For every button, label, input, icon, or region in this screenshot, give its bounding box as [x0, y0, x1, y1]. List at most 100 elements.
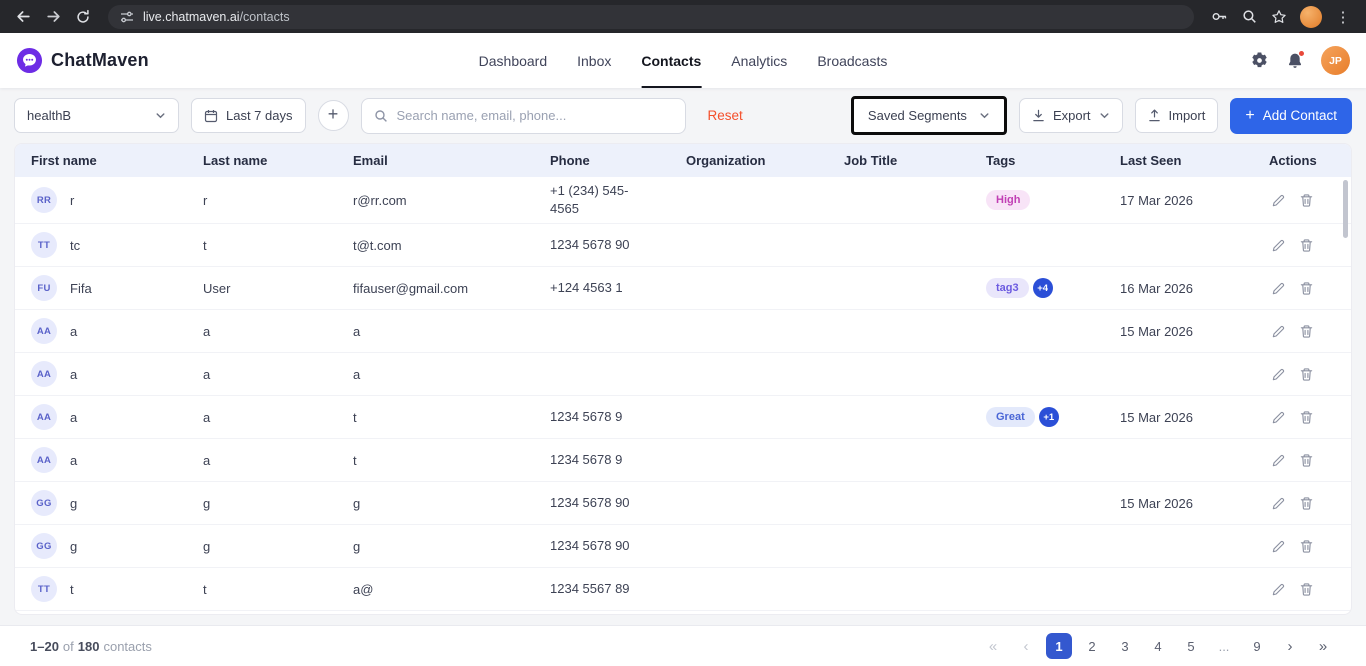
pagination-page-4[interactable]: 4 [1145, 633, 1171, 659]
contact-last-seen: 15 Mar 2026 [1120, 324, 1269, 339]
contacts-toolbar: healthB Last 7 days + Reset Saved Segmen… [0, 88, 1366, 135]
settings-gear-icon[interactable] [1250, 51, 1269, 70]
table-row[interactable]: AA a a a 15 Mar 2026 [15, 310, 1351, 353]
tag-overflow-badge[interactable]: +4 [1033, 278, 1053, 298]
delete-contact-button[interactable] [1299, 496, 1314, 511]
browser-reload-button[interactable] [70, 4, 96, 30]
delete-contact-button[interactable] [1299, 410, 1314, 425]
edit-contact-button[interactable] [1271, 238, 1286, 253]
import-button[interactable]: Import [1135, 98, 1219, 133]
column-actions: Actions [1269, 153, 1351, 168]
table-row[interactable]: RR r r r@rr.com +1 (234) 545-4565 High 1… [15, 177, 1351, 224]
delete-contact-button[interactable] [1299, 238, 1314, 253]
delete-contact-button[interactable] [1299, 324, 1314, 339]
delete-contact-button[interactable] [1299, 539, 1314, 554]
contact-phone: +124 4563 1 [550, 279, 686, 297]
pagination-page-1[interactable]: 1 [1046, 633, 1072, 659]
contact-email: r@rr.com [353, 193, 550, 208]
table-row[interactable]: TT tc t t@t.com 1234 5678 90 [15, 224, 1351, 267]
nav-broadcasts[interactable]: Broadcasts [817, 33, 887, 88]
site-info-icon[interactable] [120, 10, 134, 24]
contact-last-name: User [203, 281, 353, 296]
pagination-page-3[interactable]: 3 [1112, 633, 1138, 659]
saved-segments-dropdown[interactable]: Saved Segments [851, 96, 1007, 135]
notifications-bell-icon[interactable] [1286, 52, 1304, 70]
password-key-icon[interactable] [1206, 4, 1232, 30]
contact-first-name: a [70, 324, 77, 339]
table-row[interactable]: GG g g g 1234 5678 90 [15, 525, 1351, 568]
contact-last-seen: 15 Mar 2026 [1120, 496, 1269, 511]
contact-tags: Great+1 [986, 407, 1120, 427]
table-row[interactable]: AA a a t 1234 5678 9 Great+1 15 Mar 2026 [15, 396, 1351, 439]
column-last-name: Last name [203, 153, 353, 168]
contact-email: a@ [353, 582, 550, 597]
column-last-seen: Last Seen [1120, 153, 1269, 168]
delete-contact-button[interactable] [1299, 193, 1314, 208]
browser-profile-avatar[interactable] [1300, 6, 1322, 28]
pagination-last[interactable]: » [1310, 633, 1336, 659]
export-dropdown[interactable]: Export [1019, 98, 1123, 133]
browser-back-button[interactable] [10, 4, 36, 30]
browser-forward-button[interactable] [40, 4, 66, 30]
table-row[interactable]: TT t t a@ 1234 5567 89 [15, 568, 1351, 611]
contact-last-name: r [203, 193, 353, 208]
contact-email: g [353, 496, 550, 511]
date-range-button[interactable]: Last 7 days [191, 98, 306, 133]
add-filter-button[interactable]: + [318, 100, 349, 131]
edit-contact-button[interactable] [1271, 582, 1286, 597]
notification-dot [1298, 50, 1305, 57]
edit-contact-button[interactable] [1271, 410, 1286, 425]
import-label: Import [1169, 108, 1206, 123]
table-scrollbar-thumb[interactable] [1343, 180, 1348, 238]
edit-contact-button[interactable] [1271, 281, 1286, 296]
column-first-name: First name [31, 153, 203, 168]
nav-inbox[interactable]: Inbox [577, 33, 611, 88]
reset-filters-link[interactable]: Reset [708, 108, 743, 123]
browser-menu-icon[interactable]: ⋮ [1330, 4, 1356, 30]
search-box [361, 98, 686, 134]
delete-contact-button[interactable] [1299, 281, 1314, 296]
contact-avatar: AA [31, 404, 57, 430]
nav-contacts[interactable]: Contacts [641, 33, 701, 88]
table-row[interactable]: AA a a t 1234 5678 9 [15, 439, 1351, 482]
edit-contact-button[interactable] [1271, 324, 1286, 339]
results-total: 180 [78, 639, 100, 654]
table-row[interactable]: AA a a a [15, 353, 1351, 396]
pagination-next[interactable]: › [1277, 633, 1303, 659]
chevron-down-icon [155, 110, 166, 121]
pagination-page-5[interactable]: 5 [1178, 633, 1204, 659]
nav-analytics[interactable]: Analytics [731, 33, 787, 88]
nav-dashboard[interactable]: Dashboard [479, 33, 548, 88]
bookmark-star-icon[interactable] [1266, 4, 1292, 30]
contact-email: a [353, 367, 550, 382]
address-bar[interactable]: live.chatmaven.ai/contacts [108, 5, 1194, 29]
delete-contact-button[interactable] [1299, 453, 1314, 468]
search-tab-icon[interactable] [1236, 4, 1262, 30]
contact-first-name: t [70, 582, 74, 597]
pagination-bar: 1–20 of 180 contacts «‹12345...9›» [0, 625, 1366, 666]
contact-first-name: a [70, 410, 77, 425]
tag-overflow-badge[interactable]: +1 [1039, 407, 1059, 427]
edit-contact-button[interactable] [1271, 367, 1286, 382]
edit-contact-button[interactable] [1271, 496, 1286, 511]
edit-contact-button[interactable] [1271, 193, 1286, 208]
table-row[interactable]: GG g g g 1234 5678 90 15 Mar 2026 [15, 482, 1351, 525]
contact-first-name: tc [70, 238, 80, 253]
pagination-first[interactable]: « [980, 633, 1006, 659]
edit-contact-button[interactable] [1271, 453, 1286, 468]
table-row[interactable]: FU Fifa User fifauser@gmail.com +124 456… [15, 267, 1351, 310]
pagination-prev[interactable]: ‹ [1013, 633, 1039, 659]
tag-pill: tag3 [986, 278, 1029, 298]
pagination-page-2[interactable]: 2 [1079, 633, 1105, 659]
segment-select[interactable]: healthB [14, 98, 179, 133]
add-contact-button[interactable]: + Add Contact [1230, 98, 1352, 134]
edit-contact-button[interactable] [1271, 539, 1286, 554]
search-input[interactable] [397, 108, 673, 123]
delete-contact-button[interactable] [1299, 367, 1314, 382]
segment-select-value: healthB [27, 108, 71, 123]
user-avatar[interactable]: JP [1321, 46, 1350, 75]
pagination-page-9[interactable]: 9 [1244, 633, 1270, 659]
contact-avatar: RR [31, 187, 57, 213]
delete-contact-button[interactable] [1299, 582, 1314, 597]
brand-logo[interactable]: ChatMaven [16, 47, 149, 74]
